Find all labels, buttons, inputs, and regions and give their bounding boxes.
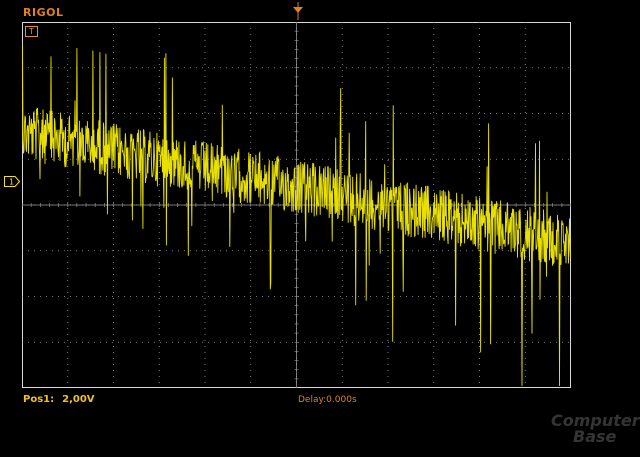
waveform-grid	[22, 22, 571, 388]
trigger-position-marker	[293, 2, 303, 20]
position-value: 2,00V	[62, 394, 95, 405]
channel-1-level-marker[interactable]: 1	[4, 176, 20, 187]
watermark-line2: Base	[573, 427, 617, 446]
channel-1-tag: T	[25, 26, 38, 37]
delay-text: Delay:0.000s	[298, 395, 357, 405]
position-readout: Pos1: 2,00V	[23, 394, 95, 405]
watermark-logo: Computer Base	[545, 409, 640, 449]
position-label: Pos1:	[23, 394, 55, 405]
channel-tag-label: T	[29, 27, 34, 36]
channel-marker-number: 1	[9, 178, 14, 187]
delay-readout: Delay:0.000s	[298, 395, 357, 405]
brand-logo: RIGOL	[23, 6, 64, 19]
